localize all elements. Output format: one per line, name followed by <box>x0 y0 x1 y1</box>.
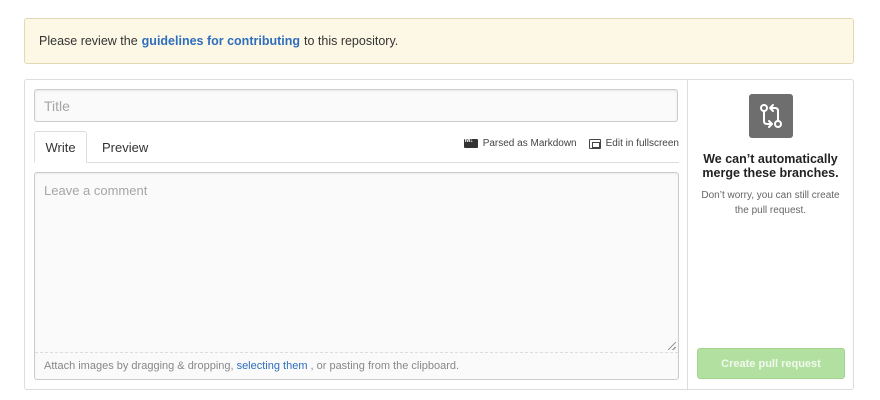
attach-files-bar[interactable]: Attach images by dragging & dropping, se… <box>35 352 678 379</box>
attach-text-before: Attach images by dragging & dropping, <box>44 360 234 372</box>
tab-write[interactable]: Write <box>34 131 87 163</box>
comment-box: Attach images by dragging & dropping, se… <box>34 172 679 380</box>
composer-main-column: Write Preview Parsed as Markdown Edit in… <box>25 80 688 389</box>
title-input[interactable] <box>34 89 678 122</box>
editor-tabs: Write Preview Parsed as Markdown Edit in… <box>34 131 679 163</box>
git-compare-icon <box>748 94 793 138</box>
merge-status-sidebar: We can’t automatically merge these branc… <box>688 80 853 389</box>
select-files-link[interactable]: selecting them <box>237 360 308 372</box>
contributing-guidelines-link[interactable]: guidelines for contributing <box>142 34 300 48</box>
markdown-label: Parsed as Markdown <box>482 138 577 149</box>
pull-request-composer: Write Preview Parsed as Markdown Edit in… <box>24 79 854 390</box>
fullscreen-toggle[interactable]: Edit in fullscreen <box>588 138 679 149</box>
contributing-flash-banner: Please review the guidelines for contrib… <box>24 18 854 64</box>
editor-toolbar: Parsed as Markdown Edit in fullscreen <box>463 137 679 149</box>
comment-textarea[interactable] <box>35 173 678 353</box>
attach-text-after: , or pasting from the clipboard. <box>310 360 460 372</box>
create-pull-request-button[interactable]: Create pull request <box>697 348 845 379</box>
merge-conflict-title: We can’t automatically merge these branc… <box>702 152 839 180</box>
merge-conflict-note: Don’t worry, you can still create the pu… <box>701 190 840 216</box>
markdown-help[interactable]: Parsed as Markdown <box>463 137 577 149</box>
resize-handle[interactable] <box>668 342 676 350</box>
fullscreen-icon <box>588 138 601 149</box>
markdown-icon <box>463 137 478 148</box>
flash-text-before: Please review the <box>39 34 138 48</box>
flash-text-after: to this repository. <box>304 34 399 48</box>
tab-preview[interactable]: Preview <box>91 131 159 163</box>
fullscreen-label: Edit in fullscreen <box>605 138 679 149</box>
